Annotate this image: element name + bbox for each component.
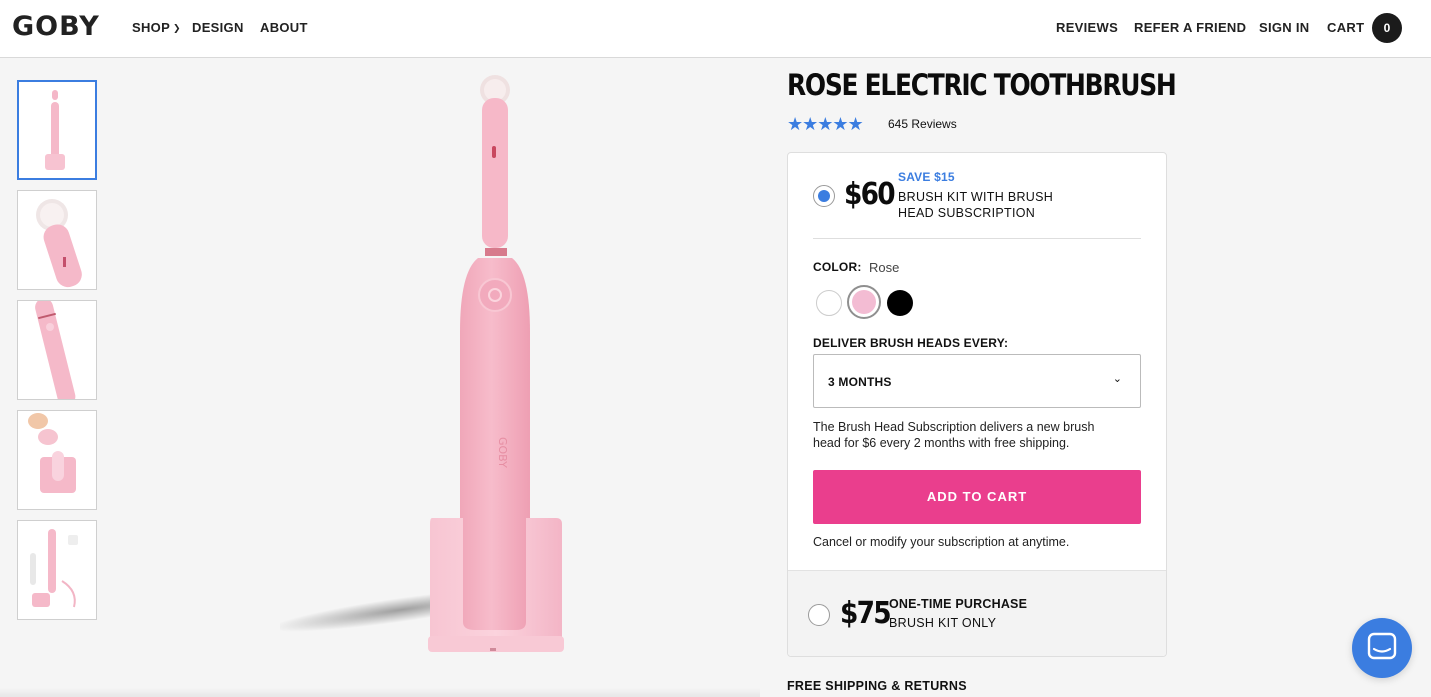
thumbnail-4[interactable] xyxy=(17,410,97,510)
onetime-price: $75 xyxy=(840,596,892,631)
chevron-down-icon: ❯ xyxy=(173,23,181,33)
chevron-down-icon: ⌄ xyxy=(1112,373,1122,385)
subscription-description: BRUSH KIT WITH BRUSH HEAD SUBSCRIPTION xyxy=(898,190,1054,220)
swatch-white[interactable] xyxy=(816,290,842,316)
color-label: COLOR: xyxy=(813,260,862,274)
hand-with-stand-image xyxy=(28,413,76,493)
chat-launcher-button[interactable] xyxy=(1352,618,1412,678)
thumbnail-5[interactable] xyxy=(17,520,97,620)
hero-brand-text: GOBY xyxy=(496,437,509,468)
nav-shop[interactable]: SHOP ❯ xyxy=(132,20,181,35)
thumbnail-3[interactable] xyxy=(17,300,97,400)
color-value: Rose xyxy=(869,260,900,275)
subscription-note: The Brush Head Subscription delivers a n… xyxy=(813,420,1095,450)
nav-shop-label: SHOP xyxy=(132,20,171,35)
onetime-radio[interactable] xyxy=(808,604,830,626)
cart-count-badge[interactable]: 0 xyxy=(1372,13,1402,43)
star-rating-icon[interactable]: ★★★★★ xyxy=(787,114,864,135)
chat-icon xyxy=(1367,632,1397,660)
product-hero-image: GOBY xyxy=(280,75,564,652)
site-header: GOBY SHOP ❯ DESIGN ABOUT REVIEWS REFER A … xyxy=(0,0,1431,58)
nav-design[interactable]: DESIGN xyxy=(192,20,244,35)
nav-cart[interactable]: CART xyxy=(1327,20,1364,35)
onetime-title: ONE-TIME PURCHASE xyxy=(889,597,1028,611)
nav-about[interactable]: ABOUT xyxy=(260,20,308,35)
nav-refer-a-friend[interactable]: REFER A FRIEND xyxy=(1134,20,1246,35)
nav-reviews[interactable]: REVIEWS xyxy=(1056,20,1118,35)
reviews-count-link[interactable]: 645 Reviews xyxy=(888,117,957,131)
nav-sign-in[interactable]: SIGN IN xyxy=(1259,20,1310,35)
onetime-subtitle: BRUSH KIT ONLY xyxy=(889,616,997,630)
subscription-price: $60 xyxy=(844,177,896,212)
bottom-fade xyxy=(0,688,760,697)
kit-contents-image xyxy=(30,529,78,608)
goby-logo[interactable]: GOBY xyxy=(12,11,100,42)
subscription-radio[interactable] xyxy=(813,185,835,207)
delivery-frequency-value: 3 MONTHS xyxy=(828,375,892,389)
brush-head-closeup-image xyxy=(36,199,82,288)
delivery-frequency-select[interactable]: 3 MONTHS ⌄ xyxy=(813,354,1141,408)
cancel-note: Cancel or modify your subscription at an… xyxy=(813,535,1070,549)
swatch-black[interactable] xyxy=(887,290,913,316)
toothbrush-on-stand-image xyxy=(45,90,65,170)
save-label: SAVE $15 xyxy=(898,170,955,184)
purchase-options-card: $60 SAVE $15 BRUSH KIT WITH BRUSH HEAD S… xyxy=(787,152,1167,657)
swatch-rose[interactable] xyxy=(847,285,881,319)
thumbnail-2[interactable] xyxy=(17,190,97,290)
brush-handle-image xyxy=(35,301,76,399)
thumbnail-1[interactable] xyxy=(17,80,97,180)
shipping-heading[interactable]: FREE SHIPPING & RETURNS xyxy=(787,679,967,693)
swatch-rose-fill xyxy=(852,290,876,314)
product-title: ROSE ELECTRIC TOOTHBRUSH xyxy=(787,68,1177,102)
deliver-label: DELIVER BRUSH HEADS EVERY: xyxy=(813,336,1009,350)
add-to-cart-button[interactable]: ADD TO CART xyxy=(813,470,1141,524)
divider xyxy=(813,238,1141,239)
onetime-option[interactable]: $75 ONE-TIME PURCHASE BRUSH KIT ONLY xyxy=(788,570,1166,656)
